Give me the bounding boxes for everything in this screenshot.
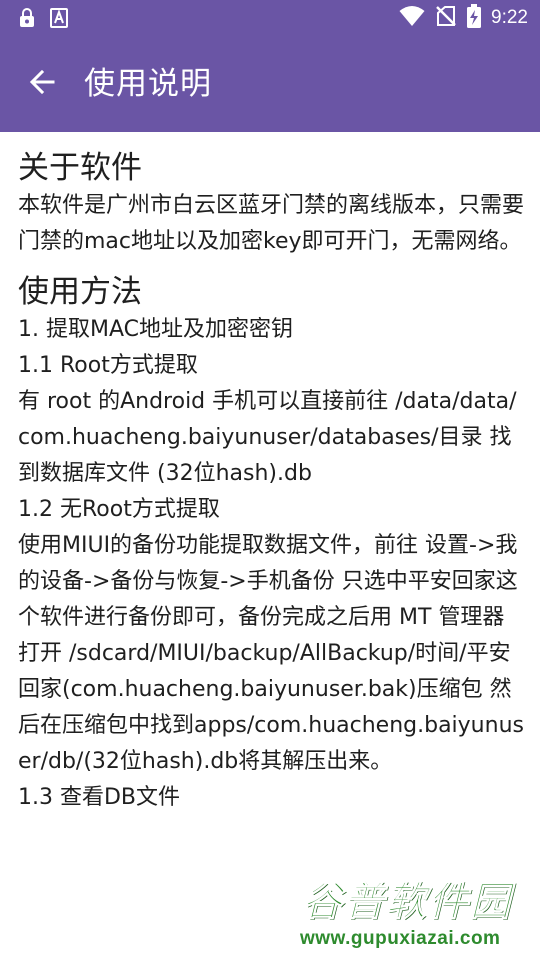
status-bar: 9:22 <box>0 0 540 36</box>
about-text: 本软件是广州市白云区蓝牙门禁的离线版本，只需要门禁的mac地址以及加密key即可… <box>18 193 524 254</box>
usage-title: 使用方法 <box>18 274 142 310</box>
back-button[interactable] <box>18 60 66 108</box>
status-right-icons: 9:22 <box>399 4 528 32</box>
battery-charging-icon <box>467 4 482 32</box>
wifi-icon <box>399 5 425 31</box>
step-1-1-title: 1.1 Root方式提取 <box>18 353 198 378</box>
lock-badge-icon <box>18 8 36 32</box>
font-a-icon <box>50 8 68 32</box>
page-title: 使用说明 <box>84 66 212 102</box>
app-bar: 使用说明 <box>0 36 540 132</box>
no-sim-icon <box>435 5 457 31</box>
about-title: 关于软件 <box>18 150 142 186</box>
instructions-content[interactable]: 关于软件 本软件是广州市白云区蓝牙门禁的离线版本，只需要门禁的mac地址以及加密… <box>18 148 524 940</box>
step-1-2-title: 1.2 无Root方式提取 <box>18 497 220 522</box>
step-1-3-title: 1.3 查看DB文件 <box>18 785 181 810</box>
step-1-1-text: 有 root 的Android 手机可以直接前往 /data/data/com.… <box>18 389 517 486</box>
status-left-icons <box>18 8 68 32</box>
step-1-2-text: 使用MIUI的备份功能提取数据文件，前往 设置->我的设备->备份与恢复->手机… <box>18 533 524 774</box>
arrow-left-icon <box>29 69 55 99</box>
step-1: 1. 提取MAC地址及加密密钥 <box>18 317 293 342</box>
status-time: 9:22 <box>491 7 528 28</box>
